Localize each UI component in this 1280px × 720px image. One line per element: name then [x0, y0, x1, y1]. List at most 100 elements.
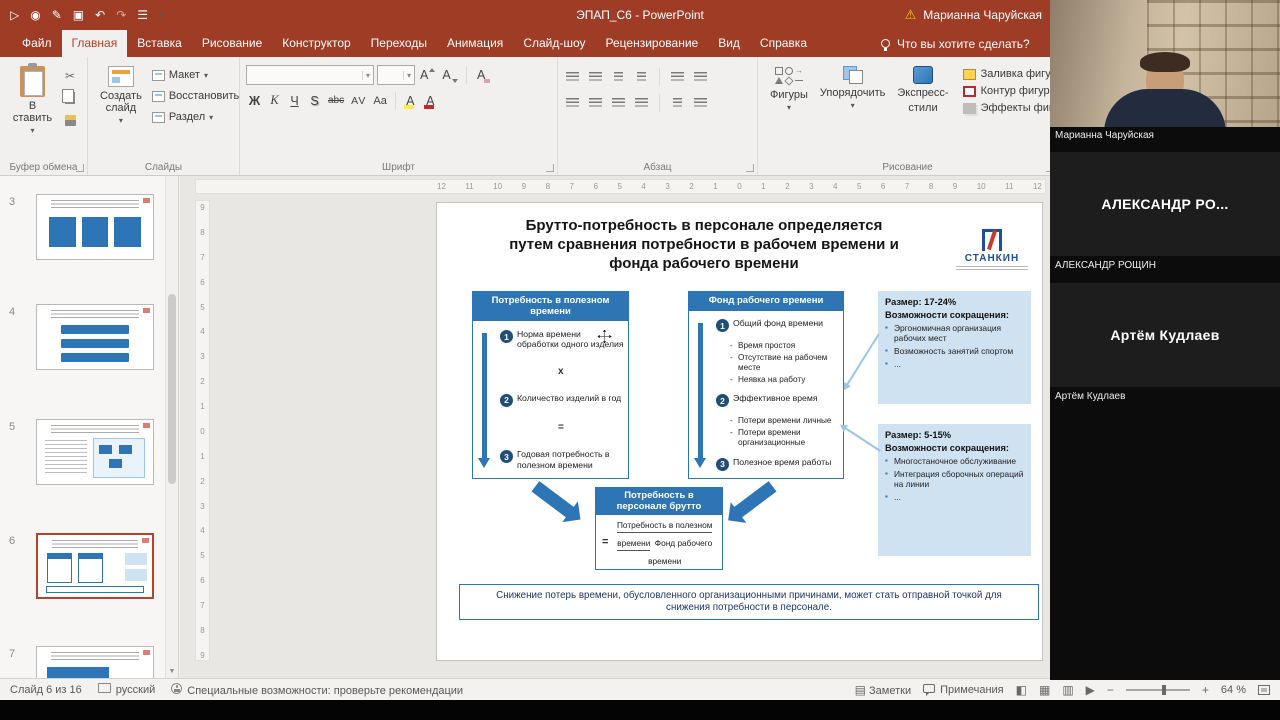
- slide-title[interactable]: Брутто-потребность в персонале определяе…: [465, 216, 943, 274]
- grow-font-button[interactable]: А: [418, 66, 437, 85]
- useful-time-panel[interactable]: Потребность в полезном времени 1 Норма вр…: [472, 291, 629, 479]
- paste-button[interactable]: В ставить ▾: [6, 62, 59, 140]
- ribbon-tab[interactable]: Рецензирование: [596, 30, 709, 57]
- clear-formatting-button[interactable]: А: [473, 66, 490, 85]
- align-left-icon[interactable]: [564, 96, 581, 110]
- reset-button[interactable]: Восстановить: [148, 88, 243, 104]
- redo-icon[interactable]: ↷: [116, 8, 126, 22]
- horizontal-ruler[interactable]: 12 11 10 9 8 7 6 5 4 3 2 1 0 1 2 3 4 5 6 7 8 9 10 11 12: [195, 179, 1046, 194]
- participant-silhouette: [1100, 52, 1230, 127]
- normal-view-button[interactable]: ◧: [1016, 683, 1027, 697]
- slide-thumbnail-6[interactable]: 6: [0, 533, 178, 605]
- working-time-fund-panel[interactable]: Фонд рабочего времени 1 Общий фонд времен…: [688, 291, 844, 479]
- vertical-ruler[interactable]: 9 8 7 6 5 4 3 2 1 0 1 2 3 4 5 6 7 8 9: [195, 200, 210, 661]
- text-shadow-button[interactable]: S: [306, 91, 323, 110]
- shapes-button[interactable]: → Фигуры ▾: [764, 62, 814, 117]
- ribbon-tab[interactable]: Слайд-шоу: [513, 30, 595, 57]
- font-size-combobox[interactable]: ▾: [377, 65, 415, 85]
- ribbon-tab[interactable]: Рисование: [192, 30, 272, 57]
- shape-fill-icon: [962, 68, 976, 80]
- language-indicator[interactable]: русский: [97, 683, 155, 696]
- clipboard-dialog-launcher-icon[interactable]: [76, 164, 84, 172]
- zoom-in-button[interactable]: +: [1202, 683, 1209, 697]
- paragraph-dialog-launcher-icon[interactable]: [746, 164, 754, 172]
- qat-customize-icon[interactable]: ▾: [159, 11, 163, 20]
- indent-increase-icon[interactable]: [633, 70, 650, 84]
- footnote-box[interactable]: Снижение потерь времени, обусловленного …: [459, 584, 1039, 620]
- quick-access-menu-icon[interactable]: ☰: [137, 8, 148, 22]
- section-button[interactable]: Раздел ▾: [148, 109, 243, 125]
- ribbon-tab[interactable]: Конструктор: [272, 30, 360, 57]
- slide-thumbnail-5[interactable]: 5: [0, 419, 178, 491]
- format-painter-icon[interactable]: [59, 112, 81, 128]
- cut-icon[interactable]: ✂: [59, 68, 81, 84]
- ribbon-tab[interactable]: Анимация: [437, 30, 513, 57]
- italic-button[interactable]: К: [266, 91, 283, 110]
- accessibility-checker[interactable]: Специальные возможности: проверьте реком…: [171, 682, 463, 697]
- line-spacing-icon[interactable]: [669, 70, 686, 84]
- reduction-info-box-2[interactable]: Размер: 5-15% Возможности сокращения: Мн…: [878, 424, 1031, 556]
- fit-to-window-icon[interactable]: [1258, 684, 1270, 695]
- tell-me-box[interactable]: Что вы хотите сделать?: [873, 30, 1038, 57]
- slide-canvas[interactable]: Брутто-потребность в персонале определяе…: [436, 202, 1043, 661]
- tab-home[interactable]: Главная: [61, 30, 128, 57]
- save-icon[interactable]: ▣: [73, 8, 84, 22]
- font-name-combobox[interactable]: ▾: [246, 65, 374, 85]
- comments-button[interactable]: Примечания: [923, 683, 1004, 696]
- align-center-icon[interactable]: [587, 96, 604, 110]
- new-slide-button[interactable]: Создать слайд ▾: [94, 62, 148, 130]
- slide-sorter-view-button[interactable]: ▦: [1039, 683, 1050, 697]
- slide-thumbnail-3[interactable]: 3: [0, 194, 178, 266]
- zoom-level[interactable]: 64 %: [1221, 684, 1246, 696]
- gross-need-panel[interactable]: Потребность в персонале брутто = Потребн…: [595, 487, 723, 570]
- arrange-button[interactable]: Упорядочить ▾: [814, 62, 891, 115]
- character-spacing-button[interactable]: AV: [349, 91, 368, 110]
- ribbon-tab[interactable]: Переходы: [361, 30, 437, 57]
- slide-thumbnail-4[interactable]: 4: [0, 304, 178, 376]
- ribbon-tab[interactable]: Вид: [708, 30, 750, 57]
- ribbon-tab[interactable]: Вставка: [127, 30, 192, 57]
- thumbnail-scrollbar[interactable]: ▼: [165, 176, 178, 678]
- text-highlight-button[interactable]: А: [402, 91, 419, 110]
- shrink-font-button[interactable]: А: [440, 66, 459, 85]
- new-slide-icon: [107, 66, 134, 87]
- participant-video-marianna[interactable]: [1050, 0, 1280, 127]
- bold-button[interactable]: Ж: [246, 91, 263, 110]
- zoom-slider[interactable]: [1125, 684, 1190, 695]
- account-area[interactable]: ⚠ Марианна Чаруйская: [905, 7, 1042, 23]
- columns-icon[interactable]: [669, 96, 686, 110]
- slide-thumbnail-7[interactable]: 7: [0, 646, 178, 678]
- zoom-slider-handle[interactable]: [1161, 684, 1166, 695]
- ribbon-tab[interactable]: Справка: [750, 30, 817, 57]
- copy-icon[interactable]: [59, 89, 81, 106]
- indent-decrease-icon[interactable]: [610, 70, 627, 84]
- slideshow-view-button[interactable]: ▶: [1086, 683, 1095, 697]
- numbering-icon[interactable]: [587, 70, 604, 84]
- strikethrough-button[interactable]: abc: [326, 91, 346, 110]
- text-direction-icon[interactable]: [692, 70, 709, 84]
- zoom-out-button[interactable]: −: [1107, 683, 1114, 697]
- reading-view-button[interactable]: ▥: [1062, 683, 1073, 697]
- tab-file[interactable]: Файл: [12, 30, 62, 57]
- participant-tile-alexander[interactable]: АЛЕКСАНДР РО...: [1050, 152, 1280, 256]
- reduction-info-box-1[interactable]: Размер: 17-24% Возможности сокращения: Э…: [878, 291, 1031, 404]
- scrollbar-thumb[interactable]: [168, 294, 176, 484]
- undo-icon[interactable]: ↶: [95, 8, 105, 22]
- font-dialog-launcher-icon[interactable]: [546, 164, 554, 172]
- touch-mode-icon[interactable]: ◉: [30, 8, 40, 22]
- notes-button[interactable]: ▤ Заметки: [855, 683, 911, 697]
- slides-group: Создать слайд ▾ Макет ▾ Восстановить Разд…: [88, 57, 240, 175]
- scroll-down-icon[interactable]: ▼: [166, 665, 178, 678]
- participant-tile-artem[interactable]: Артём Кудлаев: [1050, 283, 1280, 387]
- justify-icon[interactable]: [633, 96, 650, 110]
- bullets-icon[interactable]: [564, 70, 581, 84]
- align-right-icon[interactable]: [610, 96, 627, 110]
- font-color-button[interactable]: А: [422, 91, 439, 110]
- underline-button[interactable]: Ч: [286, 91, 303, 110]
- convert-to-smartart-icon[interactable]: [692, 96, 709, 110]
- start-slideshow-icon[interactable]: ▷: [10, 8, 19, 22]
- change-case-button[interactable]: Aa: [371, 91, 388, 110]
- quick-styles-button[interactable]: Экспресс- стили: [891, 62, 954, 118]
- draw-icon[interactable]: ✎: [52, 8, 62, 22]
- layout-button[interactable]: Макет ▾: [148, 67, 243, 83]
